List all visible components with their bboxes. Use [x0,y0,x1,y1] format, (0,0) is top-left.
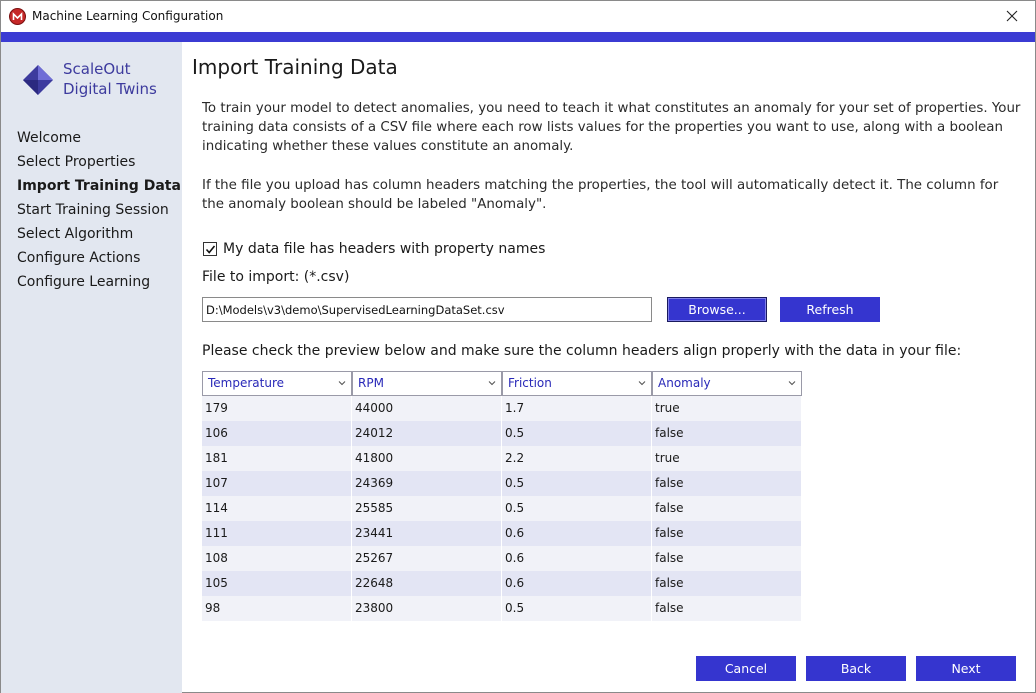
page-title: Import Training Data [192,55,398,79]
table-cell: false [652,421,802,446]
brand-logo-icon [21,63,55,101]
table-row[interactable]: 111 23441 0.6 false [202,521,802,546]
table-cell: 1.7 [502,396,652,421]
intro-paragraph: To train your model to detect anomalies,… [202,101,1021,154]
table-header-row: Temperature RPM Friction Anomaly [202,371,802,396]
table-row[interactable]: 106 24012 0.5 false [202,421,802,446]
next-button[interactable]: Next [916,656,1016,681]
table-cell: false [652,471,802,496]
table-cell: 24369 [352,471,502,496]
sidebar-item-select-algorithm[interactable]: Select Algorithm [17,222,181,246]
table-cell: 24012 [352,421,502,446]
back-button[interactable]: Back [806,656,906,681]
refresh-button[interactable]: Refresh [780,297,880,322]
table-cell: 22648 [352,571,502,596]
brand-name-line2: Digital Twins [63,80,157,98]
close-icon [1006,7,1018,26]
chevron-down-icon [488,372,496,395]
column-header-label: Temperature [208,376,285,390]
headers-checkbox[interactable] [203,242,217,256]
table-cell: false [652,521,802,546]
table-cell: 25585 [352,496,502,521]
table-cell: true [652,396,802,421]
table-row[interactable]: 105 22648 0.6 false [202,571,802,596]
table-cell: 25267 [352,546,502,571]
table-cell: 108 [202,546,352,571]
cancel-button[interactable]: Cancel [696,656,796,681]
sidebar-item-start-training-session[interactable]: Start Training Session [17,198,181,222]
close-button[interactable] [989,1,1035,32]
table-row[interactable]: 181 41800 2.2 true [202,446,802,471]
table-cell: 114 [202,496,352,521]
checkmark-icon [205,244,215,254]
table-cell: 0.5 [502,596,652,621]
table-cell: false [652,546,802,571]
table-row[interactable]: 108 25267 0.6 false [202,546,802,571]
preview-table: Temperature RPM Friction Anomaly 179 4400… [202,371,802,621]
sidebar-item-configure-learning[interactable]: Configure Learning [17,270,181,294]
column-header-label: RPM [358,376,384,390]
app-logo-icon [9,8,26,25]
headers-checkbox-row[interactable]: My data file has headers with property n… [203,240,545,258]
window-title: Machine Learning Configuration [32,9,224,23]
headers-checkbox-label[interactable]: My data file has headers with property n… [223,241,545,257]
table-cell: 0.5 [502,496,652,521]
table-row[interactable]: 179 44000 1.7 true [202,396,802,421]
app-window: Machine Learning Configuration ScaleOut … [0,0,1036,693]
sidebar-item-select-properties[interactable]: Select Properties [17,150,181,174]
table-body: 179 44000 1.7 true 106 24012 0.5 false 181 41800 2… [202,396,802,621]
table-cell: false [652,571,802,596]
column-header-dropdown[interactable]: Anomaly [652,371,802,396]
sidebar: ScaleOut Digital Twins Welcome Select Pr… [1,42,182,693]
browse-button[interactable]: Browse... [667,297,767,322]
column-header-dropdown[interactable]: Friction [502,371,652,396]
table-row[interactable]: 114 25585 0.5 false [202,496,802,521]
table-cell: 0.5 [502,421,652,446]
main-content: Import Training Data To train your model… [182,42,1035,693]
chevron-down-icon [638,372,646,395]
file-to-import-label: File to import: (*.csv) [202,269,350,285]
column-header-label: Friction [508,376,552,390]
column-header-dropdown[interactable]: Temperature [202,371,352,396]
sidebar-item-welcome[interactable]: Welcome [17,126,181,150]
headers-info-paragraph: If the file you upload has column header… [202,178,999,212]
table-cell: 44000 [352,396,502,421]
table-cell: 111 [202,521,352,546]
table-cell: 107 [202,471,352,496]
sidebar-item-configure-actions[interactable]: Configure Actions [17,246,181,270]
table-cell: 0.6 [502,521,652,546]
table-cell: 0.6 [502,571,652,596]
accent-bar [1,32,1035,42]
table-cell: 0.6 [502,546,652,571]
table-cell: 105 [202,571,352,596]
file-path-input[interactable] [202,297,652,322]
sidebar-item-import-training-data[interactable]: Import Training Data [17,174,181,198]
preview-instructions: Please check the preview below and make … [202,343,962,359]
wizard-steps-nav: Welcome Select Properties Import Trainin… [17,126,181,294]
table-row[interactable]: 107 24369 0.5 false [202,471,802,496]
brand-logo: ScaleOut Digital Twins [21,60,171,100]
table-cell: true [652,446,802,471]
chevron-down-icon [788,372,796,395]
chevron-down-icon [338,372,346,395]
table-cell: false [652,496,802,521]
table-cell: 181 [202,446,352,471]
table-row[interactable]: 98 23800 0.5 false [202,596,802,621]
table-cell: 106 [202,421,352,446]
table-cell: 2.2 [502,446,652,471]
table-cell: 98 [202,596,352,621]
table-cell: 41800 [352,446,502,471]
table-cell: 0.5 [502,471,652,496]
table-cell: false [652,596,802,621]
table-cell: 179 [202,396,352,421]
table-cell: 23441 [352,521,502,546]
column-header-label: Anomaly [658,376,711,390]
table-cell: 23800 [352,596,502,621]
brand-name-line1: ScaleOut [63,60,131,78]
title-bar: Machine Learning Configuration [1,1,1035,32]
column-header-dropdown[interactable]: RPM [352,371,502,396]
